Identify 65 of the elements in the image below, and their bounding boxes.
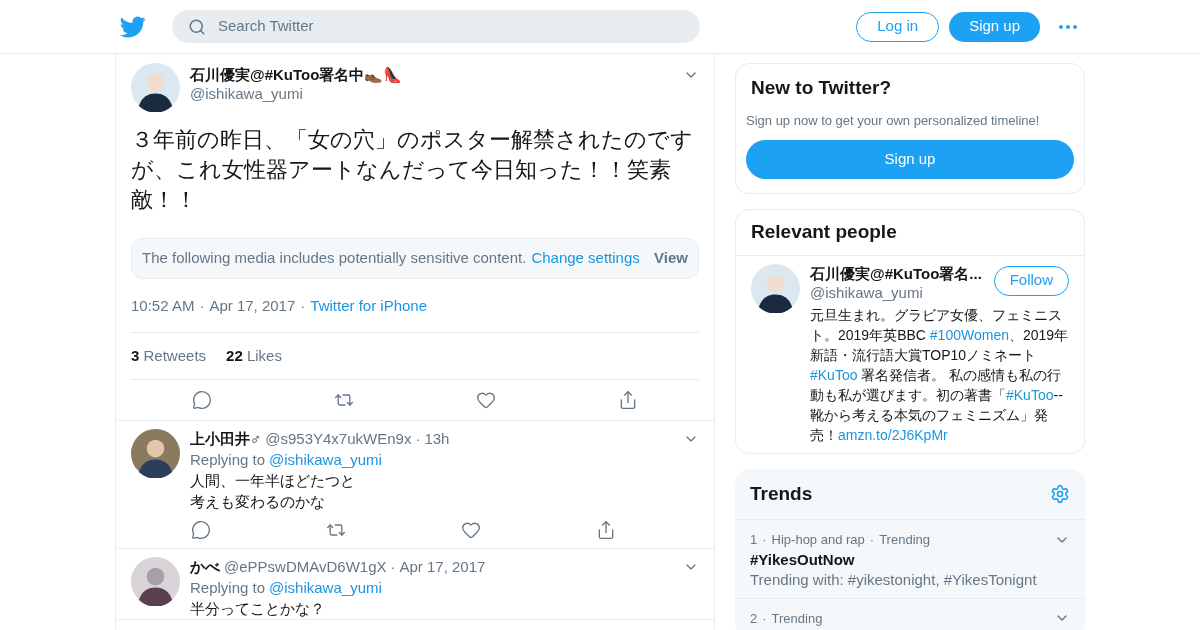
card-title: Relevant people: [736, 210, 1084, 256]
reply-author-name[interactable]: かべ: [190, 557, 220, 577]
share-icon[interactable]: [618, 390, 638, 410]
avatar[interactable]: [131, 557, 180, 606]
separator-dot: ·: [762, 609, 767, 628]
person-name[interactable]: 石川優実@#KuToo署名...: [810, 263, 994, 283]
reply-icon[interactable]: [191, 520, 211, 540]
avatar[interactable]: [131, 63, 180, 112]
settings-icon[interactable]: [1050, 483, 1070, 504]
avatar[interactable]: [131, 429, 180, 478]
author-name[interactable]: 石川優実@#KuToo署名中👞👠: [190, 66, 673, 84]
like-icon[interactable]: [476, 390, 496, 410]
share-icon[interactable]: [596, 520, 616, 540]
bio-link[interactable]: #KuToo: [810, 366, 858, 383]
trend-rank: 1: [750, 531, 758, 549]
separator-dot: ·: [415, 429, 421, 449]
mention-link[interactable]: @ishikawa_yumi: [269, 449, 382, 470]
replying-label: Replying to: [190, 578, 266, 598]
tweet-date: Apr 17, 2017: [209, 296, 296, 316]
notice-text: The following media includes potentially sensitive content.: [142, 248, 527, 269]
stat-count[interactable]: 22 Likes: [226, 344, 282, 367]
trend-context: Trending: [771, 609, 823, 628]
stat-count[interactable]: 3 Retweets: [131, 344, 207, 367]
view-button[interactable]: View: [654, 247, 688, 270]
separator-dot: ·: [762, 531, 767, 549]
trend-rank: 2: [750, 609, 758, 628]
trend-context: Hip-hop and rap: [771, 531, 865, 549]
reply-author-name[interactable]: 上小田井♂: [190, 429, 262, 449]
tweet-time: 10:52 AM: [131, 296, 195, 316]
reply-text: 人間、一年半ほどたつと: [190, 471, 356, 491]
trend-name: #YikesOutNow: [750, 549, 856, 570]
card-title: New to Twitter?: [750, 76, 893, 100]
search-input[interactable]: Search Twitter: [218, 15, 684, 38]
signup-button[interactable]: Sign up: [949, 11, 1040, 42]
person-handle[interactable]: @ishikawa_yumi: [810, 282, 994, 303]
trend-detail: Trending with: #yikestonight, #YikesTonignt: [750, 569, 1038, 590]
like-icon[interactable]: [461, 520, 481, 540]
bio-link[interactable]: #KuToo: [1006, 386, 1054, 403]
reply-icon[interactable]: [192, 390, 212, 410]
reply-author-handle[interactable]: @s953Y4x7ukWEn9x: [265, 429, 412, 449]
card-text: Sign up now to get your own personalized timeline!: [746, 111, 1041, 130]
replying-label: Replying to: [190, 450, 266, 470]
signup-button[interactable]: Sign up: [746, 140, 1074, 179]
search-icon: [188, 17, 206, 36]
separator-dot: ·: [390, 557, 396, 577]
trend-context: Trending: [879, 531, 930, 549]
bio-link[interactable]: #100Women: [929, 326, 1009, 343]
separator-dot: ·: [199, 296, 205, 316]
separator-dot: ·: [300, 296, 306, 316]
reply-time: Apr 17, 2017: [399, 557, 486, 577]
author-handle[interactable]: @ishikawa_yumi: [190, 84, 673, 104]
reply-text: 考えも変わるのかな: [190, 492, 326, 512]
reply-time: 13h: [424, 429, 450, 449]
source-link[interactable]: Twitter for iPhone: [310, 295, 427, 318]
avatar[interactable]: [751, 263, 800, 313]
mention-link[interactable]: @ishikawa_yumi: [269, 577, 382, 598]
search-field[interactable]: Search Twitter: [172, 10, 700, 43]
change-settings-link[interactable]: Change settings: [531, 247, 640, 270]
card-title: Trends: [750, 481, 814, 506]
person-bio: 元旦生まれ。グラビア女優、フェミニスト。2019年英BBC #100Women、2019年新語・流行語大賞TOP10ノミネート #KuToo 署名発信者。 私の感情も私の行動も私が選びます。初の著書「#KuToo--靴から考える本気のフェミニズム」発売！amzn.to/2J6KpMr: [810, 305, 1069, 445]
reply-text: 半分ってことかな？: [190, 599, 326, 619]
bio-link[interactable]: amzn.to/2J6KpMr: [838, 426, 948, 443]
reply-author-handle[interactable]: @ePPswDMAvD6W1gX: [224, 557, 387, 577]
separator-dot: ·: [869, 531, 875, 549]
tweet-text: ３年前の昨日、「女の穴」のポスター解禁されたのですが、これ女性器アートなんだって今日知った！！笑素敵！！: [131, 126, 694, 214]
